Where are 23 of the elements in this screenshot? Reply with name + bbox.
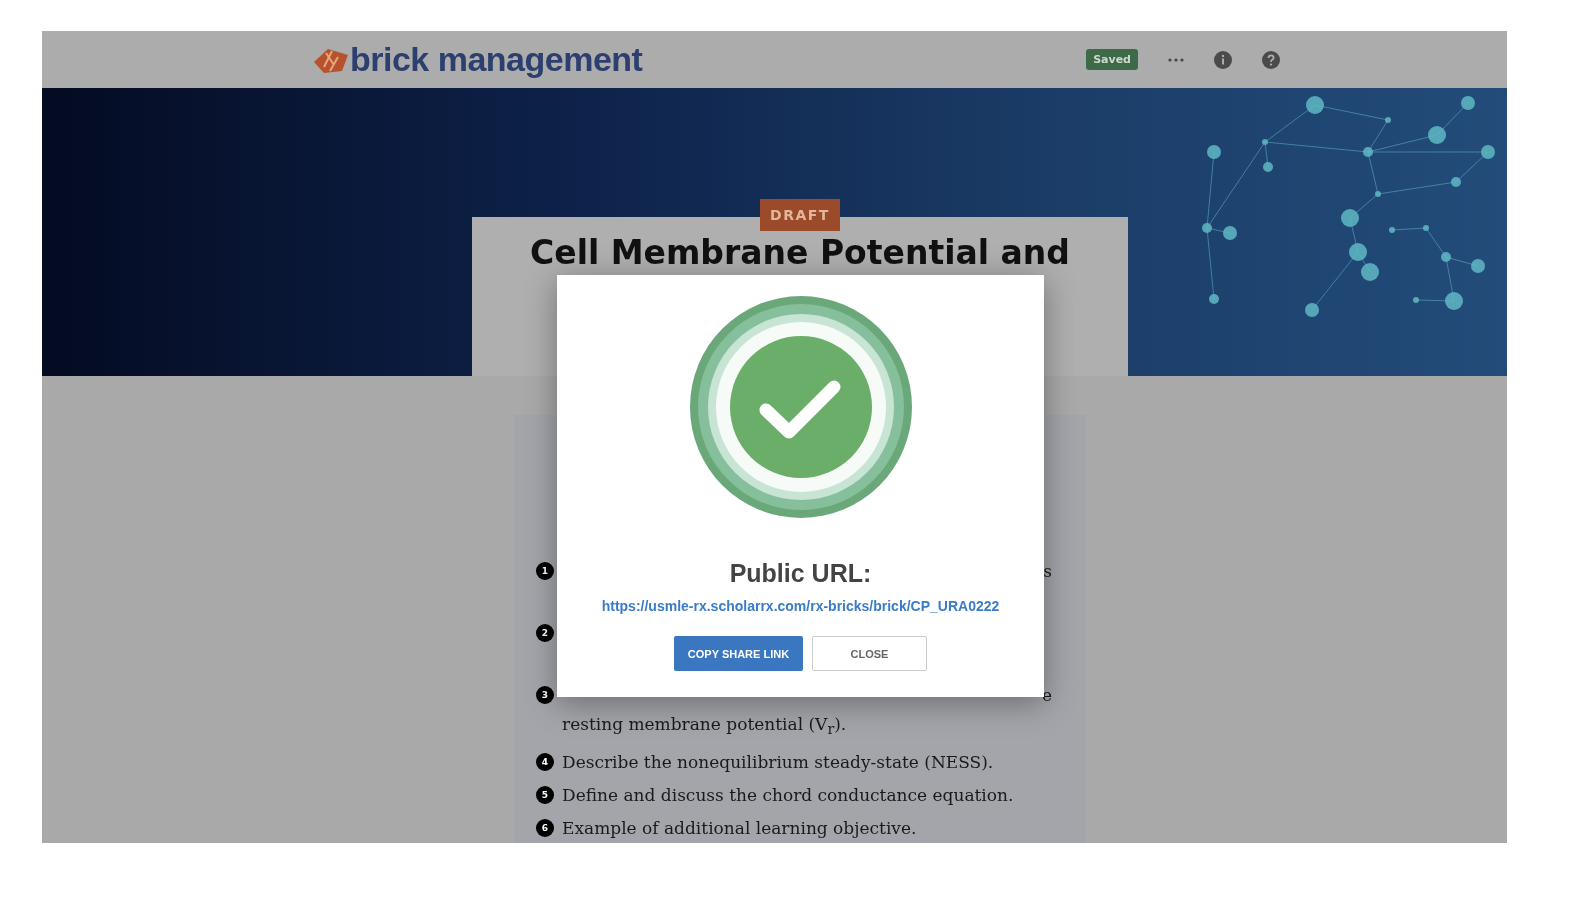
number-marker: 1 — [536, 562, 554, 580]
info-icon[interactable] — [1214, 50, 1232, 69]
number-marker: 6 — [536, 819, 554, 838]
objective-text: Define and discuss the chord conductance equation. — [562, 784, 1015, 808]
number-marker: 3 — [536, 686, 554, 704]
objective-text: Describe the nonequilibrium steady-state (NESS). — [562, 751, 995, 775]
more-icon[interactable] — [1168, 57, 1184, 62]
help-icon[interactable] — [1262, 50, 1280, 69]
public-url-link[interactable]: https://usmle-rx.scholarrx.com/rx-bricks/brick/CP_URA0222 — [601, 598, 1000, 614]
success-check-icon — [688, 295, 913, 519]
draft-badge: DRAFT — [760, 199, 840, 231]
page-title: Cell Membrane Potential and — [529, 233, 1071, 272]
number-marker: 5 — [536, 786, 554, 805]
logo-text: brick management — [350, 40, 643, 79]
copy-link-button[interactable]: COPY SHARE LINK — [674, 636, 803, 671]
number-marker: 4 — [536, 753, 554, 772]
objective-text: s — [1043, 560, 1052, 583]
close-button[interactable]: CLOSE — [812, 636, 927, 671]
objective-text: resting membrane potential (V$_{r}$). — [562, 713, 848, 740]
objective-text: Example of additional learning objective. — [562, 817, 918, 841]
number-marker: 2 — [536, 624, 554, 642]
dialog-title: Public URL: — [729, 559, 872, 588]
saved-badge: Saved — [1086, 49, 1138, 70]
